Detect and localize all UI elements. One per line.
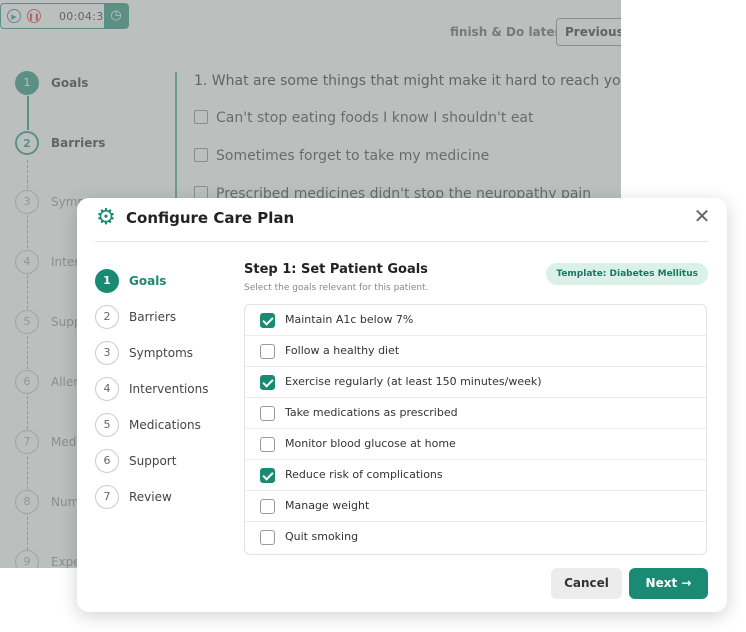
cancel-button[interactable]: Cancel — [551, 568, 622, 599]
goal-label: Follow a healthy diet — [285, 344, 400, 357]
step-number: 5 — [95, 413, 119, 437]
checkbox-unchecked[interactable] — [260, 344, 275, 359]
goal-row[interactable]: Quit smoking — [245, 522, 706, 553]
goal-row[interactable]: Follow a healthy diet — [245, 336, 706, 367]
modal-header: ⚙ Configure Care Plan ✕ — [77, 198, 727, 242]
step-symptoms[interactable]: 3 Symptoms — [95, 341, 225, 367]
checkbox-unchecked[interactable] — [260, 437, 275, 452]
step-label: Support — [129, 454, 177, 468]
step-number: 4 — [95, 377, 119, 401]
goal-row[interactable]: Manage weight — [245, 491, 706, 522]
step-label: Review — [129, 490, 172, 504]
step-number: 1 — [95, 269, 119, 293]
checkbox-checked[interactable] — [260, 468, 275, 483]
modal-title: Configure Care Plan — [126, 209, 295, 227]
configure-care-plan-modal: ⚙ Configure Care Plan ✕ 1 Goals 2 Barrie… — [77, 198, 727, 612]
next-button[interactable]: Next → — [629, 568, 708, 599]
goal-label: Exercise regularly (at least 150 minutes… — [285, 375, 542, 388]
step-subtitle: Select the goals relevant for this patie… — [244, 283, 429, 293]
step-medications[interactable]: 5 Medications — [95, 413, 225, 439]
goal-label: Maintain A1c below 7% — [285, 313, 414, 326]
goal-row[interactable]: Maintain A1c below 7% — [245, 305, 706, 336]
goal-label: Quit smoking — [285, 530, 359, 543]
checkbox-unchecked[interactable] — [260, 530, 275, 545]
step-label: Interventions — [129, 382, 209, 396]
step-review[interactable]: 7 Review — [95, 485, 225, 511]
goal-row[interactable]: Reduce risk of complications — [245, 460, 706, 491]
goal-row[interactable]: Monitor blood glucose at home — [245, 429, 706, 460]
goal-row[interactable]: Take medications as prescribed — [245, 398, 706, 429]
step-number: 3 — [95, 341, 119, 365]
step-goals[interactable]: 1 Goals — [95, 269, 225, 295]
header-divider — [95, 241, 709, 242]
step-number: 7 — [95, 485, 119, 509]
step-number: 6 — [95, 449, 119, 473]
goal-row[interactable]: Exercise regularly (at least 150 minutes… — [245, 367, 706, 398]
step-interventions[interactable]: 4 Interventions — [95, 377, 225, 403]
step-label: Medications — [129, 418, 201, 432]
goal-label: Reduce risk of complications — [285, 468, 443, 481]
step-label: Barriers — [129, 310, 177, 324]
goal-label: Manage weight — [285, 499, 370, 512]
step-number: 2 — [95, 305, 119, 329]
checkbox-unchecked[interactable] — [260, 406, 275, 421]
goal-label: Take medications as prescribed — [285, 406, 458, 419]
template-badge: Template: Diabetes Mellitus — [546, 263, 708, 285]
step-support[interactable]: 6 Support — [95, 449, 225, 475]
step-barriers[interactable]: 2 Barriers — [95, 305, 225, 331]
step-label: Symptoms — [129, 346, 194, 360]
step-title: Step 1: Set Patient Goals — [244, 262, 428, 277]
close-icon[interactable]: ✕ — [691, 205, 713, 227]
goals-list: Maintain A1c below 7% Follow a healthy d… — [244, 304, 707, 555]
step-label: Goals — [129, 274, 167, 288]
gear-icon: ⚙ — [96, 205, 116, 230]
checkbox-checked[interactable] — [260, 375, 275, 390]
checkbox-checked[interactable] — [260, 313, 275, 328]
checkbox-unchecked[interactable] — [260, 499, 275, 514]
goal-label: Monitor blood glucose at home — [285, 437, 456, 450]
